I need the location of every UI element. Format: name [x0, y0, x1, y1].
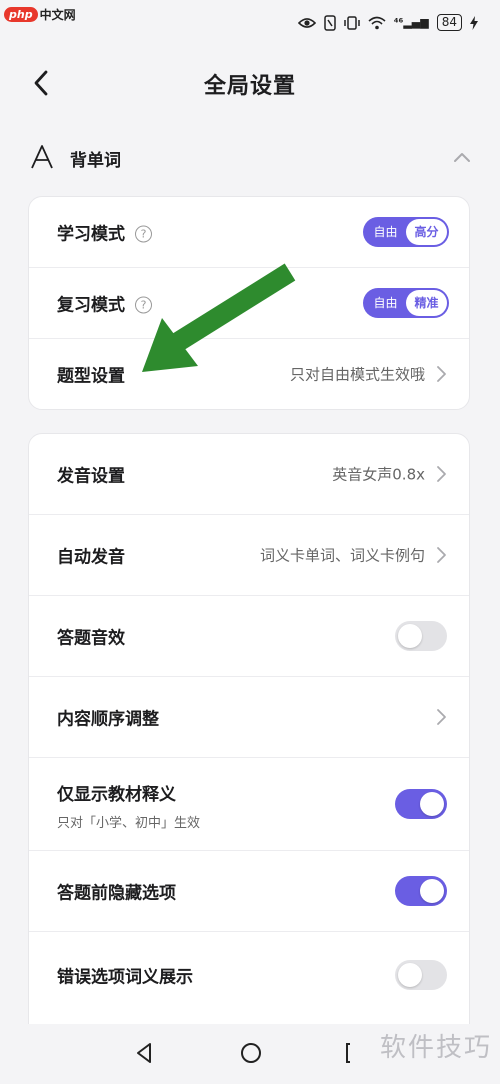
row-label: 复习模式?: [57, 291, 152, 316]
footer-watermark: 软件技巧: [379, 1033, 492, 1063]
watermark-logo: php 中文网: [4, 4, 76, 24]
study-mode-card: 学习模式? 自由 高分 复习模式? 自由 精准 题型设置 只对自由模式生效哦: [28, 196, 470, 410]
page-title: 全局设置: [203, 74, 296, 99]
review-mode-row: 复习模式? 自由 精准: [29, 268, 469, 339]
seg-option-high-score[interactable]: 高分: [406, 219, 447, 245]
chevron-right-icon: [437, 366, 446, 382]
chevron-right-icon: [437, 466, 446, 482]
review-mode-label: 复习模式: [57, 295, 125, 316]
battery-indicator: 84: [436, 14, 462, 31]
question-type-row[interactable]: 题型设置 只对自由模式生效哦: [29, 339, 469, 409]
chevron-up-icon[interactable]: [450, 146, 474, 170]
wrong-option-meaning-toggle[interactable]: [395, 960, 447, 990]
eye-icon: [297, 17, 316, 28]
settings-page: php 中文网 ⁴⁶▂▄▆ 84 全局设置 背单词 学习模式 ? 自由 高分 复…: [0, 0, 500, 1084]
chevron-right-icon: [437, 547, 446, 563]
pronunciation-label: 发音设置: [57, 466, 125, 487]
general-settings-card: 发音设置 英音女声0.8x 自动发音 词义卡单词、词义卡例句 答题音效 内容顺序…: [28, 433, 470, 1053]
textbook-definition-toggle[interactable]: [395, 789, 447, 819]
textbook-definition-label: 仅显示教材释义: [57, 785, 176, 805]
network-type-label: ⁴⁶: [393, 16, 404, 29]
content-order-row[interactable]: 内容顺序调整: [29, 677, 469, 758]
hide-options-row: 答题前隐藏选项: [29, 851, 469, 932]
charging-bolt-icon: [470, 15, 478, 30]
row-label: 学习模式?: [57, 220, 152, 245]
textbook-definition-row: 仅显示教材释义 只对「小学、初中」生效: [29, 758, 469, 851]
hide-options-toggle[interactable]: [395, 876, 447, 906]
nav-back-icon[interactable]: [130, 1038, 160, 1068]
textbook-definition-sub: 只对「小学、初中」生效: [57, 816, 201, 831]
toggle-knob: [420, 879, 444, 903]
nav-recents-icon[interactable]: [340, 1038, 370, 1068]
auto-pronounce-value: 词义卡单词、词义卡例句: [259, 546, 425, 565]
answer-sound-row: 答题音效: [29, 596, 469, 677]
wrong-option-meaning-row: 错误选项词义展示: [29, 932, 469, 1018]
answer-sound-label: 答题音效: [57, 628, 125, 649]
content-order-label: 内容顺序调整: [57, 709, 159, 730]
auto-pronounce-label: 自动发音: [57, 547, 125, 568]
toggle-knob: [398, 963, 422, 987]
system-nav-bar: 软件技巧: [0, 1024, 500, 1084]
chevron-right-icon: [437, 709, 446, 725]
seg-option-free[interactable]: 自由: [365, 219, 406, 245]
nfc-icon: [323, 14, 336, 31]
nav-home-icon[interactable]: [236, 1038, 266, 1068]
pronunciation-row[interactable]: 发音设置 英音女声0.8x: [29, 434, 469, 515]
help-icon[interactable]: ?: [135, 225, 152, 243]
study-mode-label: 学习模式: [57, 224, 125, 245]
study-mode-switch[interactable]: 自由 高分: [363, 217, 449, 247]
seg-option-precise[interactable]: 精准: [406, 290, 447, 316]
toggle-knob: [420, 792, 444, 816]
section-title: 背单词: [70, 151, 121, 171]
review-mode-switch[interactable]: 自由 精准: [363, 288, 449, 318]
wifi-icon: [368, 16, 386, 29]
study-mode-row: 学习模式? 自由 高分: [29, 197, 469, 268]
status-bar: php 中文网 ⁴⁶▂▄▆ 84: [0, 0, 500, 44]
auto-pronounce-row[interactable]: 自动发音 词义卡单词、词义卡例句: [29, 515, 469, 596]
question-type-label: 题型设置: [57, 366, 125, 387]
question-type-value: 只对自由模式生效哦: [289, 365, 425, 384]
watermark-site-name: 中文网: [39, 7, 76, 22]
help-icon[interactable]: ?: [135, 296, 152, 314]
vibrate-icon: [343, 15, 360, 30]
letter-a-icon: [31, 145, 53, 169]
hide-options-label: 答题前隐藏选项: [57, 883, 176, 904]
toggle-knob: [398, 624, 422, 648]
answer-sound-toggle[interactable]: [395, 621, 447, 651]
seg-option-free[interactable]: 自由: [365, 290, 406, 316]
wrong-option-meaning-label: 错误选项词义展示: [57, 967, 193, 988]
header: 全局设置: [0, 58, 500, 108]
watermark-php-badge: php: [4, 6, 38, 22]
cellular-signal-icon: ⁴⁶▂▄▆: [393, 16, 429, 29]
pronunciation-value: 英音女声0.8x: [332, 465, 425, 484]
section-header[interactable]: 背单词: [0, 138, 500, 178]
status-icons: ⁴⁶▂▄▆ 84: [297, 14, 478, 31]
